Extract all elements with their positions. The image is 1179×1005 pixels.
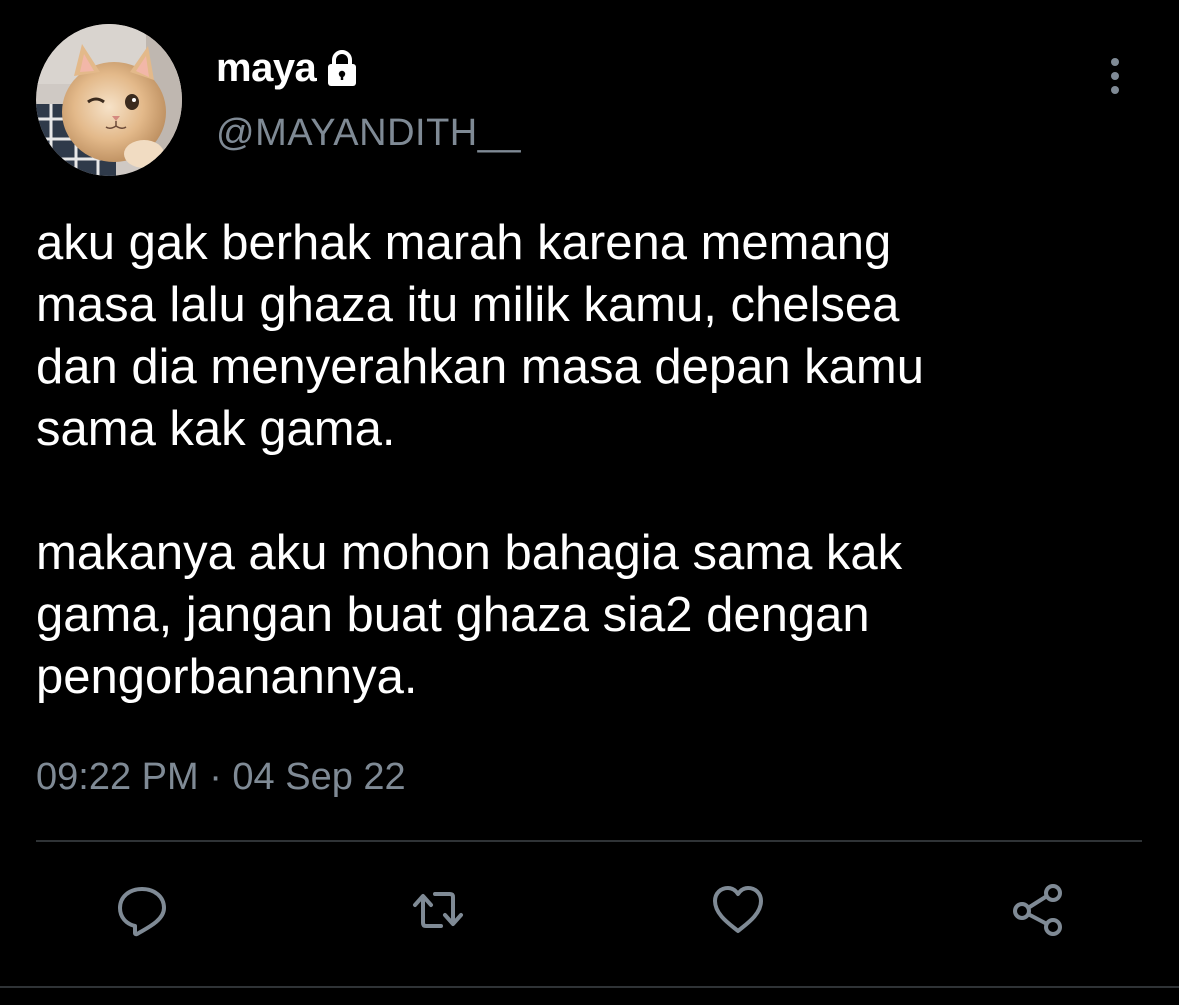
tweet-actions	[0, 878, 1179, 948]
share-button[interactable]	[1006, 878, 1070, 942]
share-icon	[1013, 884, 1062, 936]
reply-button[interactable]	[110, 878, 174, 942]
bottom-divider	[0, 986, 1179, 988]
tweet-paragraph: makanya aku mohon bahagia sama kak gama,…	[36, 526, 903, 704]
retweet-icon	[413, 892, 463, 928]
tweet-paragraph: aku gak berhak marah karena memang masa …	[36, 216, 925, 456]
retweet-button[interactable]	[406, 878, 470, 942]
like-button[interactable]	[706, 878, 770, 942]
heart-icon	[713, 886, 763, 933]
tweet-timestamp[interactable]: 09:22 PM · 04 Sep 22	[36, 756, 406, 799]
tweet-text: aku gak berhak marah karena memang masa …	[36, 212, 1146, 708]
lock-icon	[322, 48, 362, 88]
display-name-row[interactable]: maya	[216, 44, 362, 92]
divider	[36, 840, 1142, 842]
more-options-button[interactable]	[1100, 56, 1130, 96]
avatar[interactable]	[36, 24, 182, 176]
display-name: maya	[216, 45, 317, 90]
reply-icon	[118, 887, 166, 937]
more-vertical-icon	[1111, 58, 1119, 94]
user-handle[interactable]: @MAYANDITH__	[216, 112, 521, 155]
avatar-image	[36, 24, 182, 176]
